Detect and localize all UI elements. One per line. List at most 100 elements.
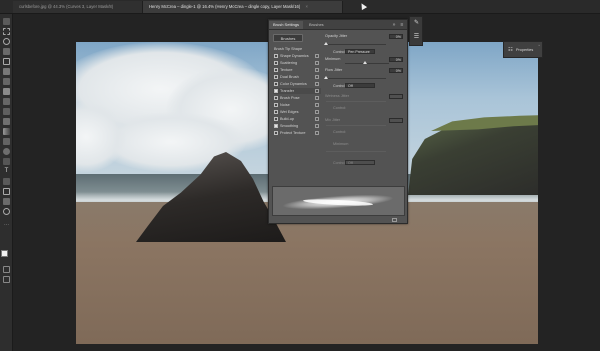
panel-tabs: Brush Settings Brushes » ≡ <box>269 20 407 30</box>
zoom-tool-icon[interactable] <box>3 208 10 215</box>
brush-tool-icon[interactable] <box>3 88 10 95</box>
tab-brushes[interactable]: Brushes <box>305 21 328 29</box>
checkbox[interactable] <box>274 103 278 107</box>
checkbox[interactable] <box>274 110 278 114</box>
mix-jitter-row: Mix Jitter <box>325 117 405 124</box>
minimum-label: Minimum <box>325 57 341 61</box>
flow-jitter-value[interactable]: 0% <box>389 68 403 73</box>
option-scattering[interactable]: Scattering <box>273 60 321 66</box>
hand-tool-icon[interactable] <box>3 198 10 205</box>
lock-icon[interactable] <box>315 117 319 121</box>
mix-jitter-slider <box>326 125 386 126</box>
lock-icon[interactable] <box>315 68 319 72</box>
control-row-dim: Control: <box>333 130 347 134</box>
lock-icon[interactable] <box>315 82 319 86</box>
more-tools-icon[interactable]: ··· <box>3 222 10 229</box>
wetness-jitter-slider <box>326 101 386 102</box>
option-transfer[interactable]: Transfer <box>273 88 321 94</box>
checkbox[interactable] <box>274 54 278 58</box>
checkbox-checked[interactable] <box>274 124 278 128</box>
option-build-up[interactable]: Build-up <box>273 116 321 122</box>
lasso-tool-icon[interactable] <box>3 38 10 45</box>
brush-icon[interactable]: ✎ <box>412 19 421 28</box>
crop-tool-icon[interactable] <box>3 58 10 65</box>
minimum-slider-dim <box>326 151 386 152</box>
control-row-dim: Control: <box>333 106 347 110</box>
screen-mode-icon[interactable] <box>3 276 10 283</box>
document-tab-label: Henry McCrea – dingle-1 @ 16.4% (Henry M… <box>149 4 301 9</box>
checkbox-checked[interactable] <box>274 89 278 93</box>
opacity-jitter-slider[interactable] <box>324 42 386 45</box>
checkbox[interactable] <box>274 96 278 100</box>
clone-stamp-tool-icon[interactable] <box>3 98 10 105</box>
move-tool-icon[interactable] <box>3 18 10 25</box>
checkbox[interactable] <box>274 131 278 135</box>
dodge-tool-icon[interactable] <box>3 148 10 155</box>
marquee-tool-icon[interactable] <box>3 28 10 35</box>
checkbox[interactable] <box>274 75 278 79</box>
properties-panel-collapsed[interactable]: » ☷ Properties <box>503 41 543 58</box>
lock-icon[interactable] <box>315 103 319 107</box>
expand-icon[interactable]: » <box>538 43 540 47</box>
checkbox[interactable] <box>274 61 278 65</box>
option-protect-texture[interactable]: Protect Texture <box>273 130 321 136</box>
checkbox[interactable] <box>274 117 278 121</box>
slider-thumb[interactable] <box>324 76 328 79</box>
flow-jitter-slider[interactable] <box>324 76 386 79</box>
checkbox[interactable] <box>274 68 278 72</box>
lock-icon[interactable] <box>315 61 319 65</box>
checkbox[interactable] <box>274 82 278 86</box>
slider-thumb[interactable] <box>324 42 328 45</box>
option-color-dynamics[interactable]: Color Dynamics <box>273 81 321 87</box>
brushes-button[interactable]: Brushes <box>273 34 303 42</box>
flow-jitter-label: Flow Jitter <box>325 68 343 72</box>
option-texture[interactable]: Texture <box>273 67 321 73</box>
new-preset-icon[interactable] <box>392 218 397 222</box>
pen-tool-icon[interactable] <box>3 158 10 165</box>
minimum-slider[interactable] <box>345 61 389 64</box>
lock-icon[interactable] <box>315 131 319 135</box>
collapse-icon[interactable]: » <box>391 22 397 28</box>
document-tab-1[interactable]: curlsbefore.jpg @ 44.3% (Curves 3, Layer… <box>13 1 143 13</box>
eyedropper-tool-icon[interactable] <box>3 68 10 75</box>
control-select-off[interactable]: Off <box>345 83 375 88</box>
control-select-pen-pressure[interactable]: Pen Pressure <box>345 49 375 54</box>
opacity-jitter-value[interactable]: 0% <box>389 34 403 39</box>
wetness-jitter-row: Wetness Jitter <box>325 93 405 100</box>
path-selection-tool-icon[interactable] <box>3 178 10 185</box>
menu-icon[interactable]: ≡ <box>399 22 405 28</box>
close-icon[interactable]: × <box>305 4 307 9</box>
lock-icon[interactable] <box>315 110 319 114</box>
option-brush-pose[interactable]: Brush Pose <box>273 95 321 101</box>
lock-icon[interactable] <box>315 96 319 100</box>
document-tab-2[interactable]: Henry McCrea – dingle-1 @ 16.4% (Henry M… <box>143 1 343 13</box>
eraser-tool-icon[interactable] <box>3 118 10 125</box>
option-smoothing[interactable]: Smoothing <box>273 123 321 129</box>
minimum-value[interactable]: 0% <box>389 57 403 62</box>
lock-icon[interactable] <box>315 89 319 93</box>
option-dual-brush[interactable]: Dual Brush <box>273 74 321 80</box>
blur-tool-icon[interactable] <box>3 138 10 145</box>
flow-jitter-row: Flow Jitter 0% <box>325 67 405 74</box>
lock-icon[interactable] <box>315 54 319 58</box>
history-brush-tool-icon[interactable] <box>3 108 10 115</box>
tab-brush-settings[interactable]: Brush Settings <box>269 21 304 29</box>
foreground-color-swatch[interactable] <box>1 250 8 257</box>
slider-thumb[interactable] <box>362 61 367 64</box>
gradient-tool-icon[interactable] <box>3 128 10 135</box>
brush-tip-shape-item[interactable]: Brush Tip Shape <box>273 46 321 52</box>
lock-icon[interactable] <box>315 124 319 128</box>
lock-icon[interactable] <box>315 75 319 79</box>
control-select-dim: Off <box>345 160 375 165</box>
panel-dock: ✎ ☰ <box>409 16 423 46</box>
option-wet-edges[interactable]: Wet Edges <box>273 109 321 115</box>
control-label: Control: <box>333 84 346 88</box>
type-tool-icon[interactable]: T <box>3 168 10 175</box>
healing-brush-tool-icon[interactable] <box>3 78 10 85</box>
option-noise[interactable]: Noise <box>273 102 321 108</box>
quick-select-tool-icon[interactable] <box>3 48 10 55</box>
sliders-icon[interactable]: ☰ <box>412 33 421 42</box>
rectangle-tool-icon[interactable] <box>3 188 10 195</box>
quick-mask-icon[interactable] <box>3 266 10 273</box>
option-shape-dynamics[interactable]: Shape Dynamics <box>273 53 321 59</box>
